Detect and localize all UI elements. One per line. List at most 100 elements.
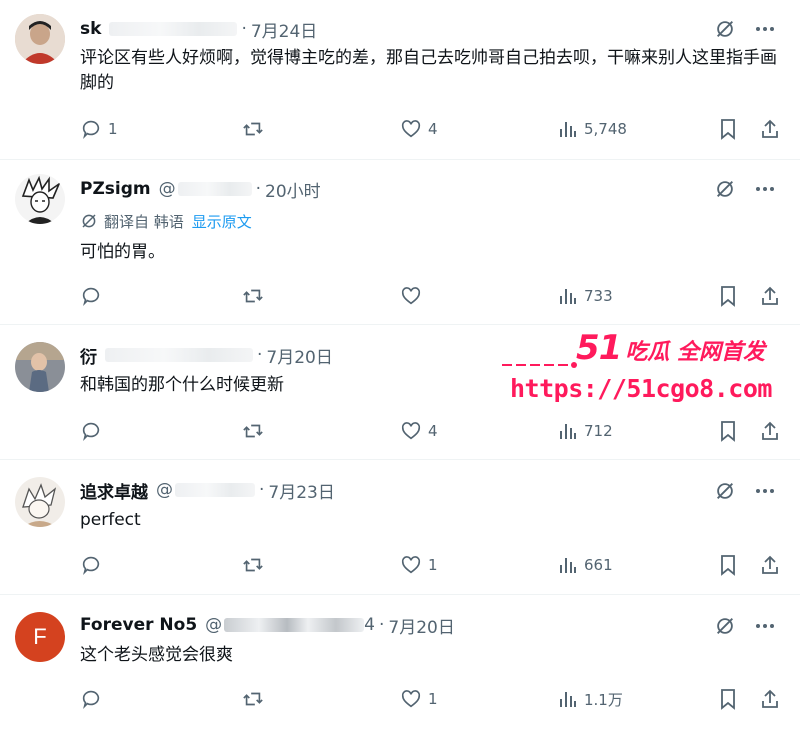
like-button[interactable]: 1 — [400, 551, 438, 579]
bookmark-icon — [721, 421, 735, 442]
views-chart-icon — [560, 692, 576, 707]
avatar[interactable] — [15, 477, 65, 527]
more-options-icon[interactable] — [752, 16, 778, 42]
grok-icon[interactable] — [712, 478, 738, 504]
action-bar: 733 — [80, 282, 780, 310]
bookmark-button[interactable] — [718, 282, 738, 310]
reply-item[interactable]: PZsigm @ · 20小时 翻译自 韩语 显示原文 可怕的胃。 733 — [0, 160, 800, 325]
views-button[interactable]: 5,748 — [558, 115, 627, 143]
share-icon — [762, 689, 778, 708]
reply-item[interactable]: sk · 7月24日 评论区有些人好烦啊，觉得博主吃的差，那自己去吃帅哥自己拍去… — [0, 0, 800, 160]
views-chart-icon — [560, 558, 576, 573]
retweet-button[interactable] — [242, 115, 270, 143]
author-name[interactable]: 衍 — [80, 343, 97, 368]
retweet-icon — [243, 122, 263, 136]
share-icon — [762, 421, 778, 440]
reply-button[interactable] — [80, 685, 108, 713]
avatar[interactable] — [15, 174, 65, 224]
grok-icon[interactable] — [712, 16, 738, 42]
reply-icon — [82, 120, 100, 140]
share-button[interactable] — [760, 417, 780, 445]
retweet-button[interactable] — [242, 417, 270, 445]
more-options-icon[interactable] — [752, 176, 778, 202]
reply-icon — [82, 287, 100, 307]
more-options-icon[interactable] — [752, 478, 778, 504]
action-bar: 4 712 — [80, 417, 780, 445]
views-button[interactable]: 733 — [558, 282, 613, 310]
author-handle[interactable] — [105, 348, 253, 362]
reply-feed: sk · 7月24日 评论区有些人好烦啊，觉得博主吃的差，那自己去吃帅哥自己拍去… — [0, 0, 800, 732]
bookmark-button[interactable] — [718, 115, 738, 143]
author-name[interactable]: PZsigm — [80, 179, 151, 199]
author-handle[interactable]: @ — [159, 179, 252, 199]
bookmark-icon — [721, 689, 735, 710]
like-button[interactable]: 4 — [400, 417, 438, 445]
reply-button[interactable] — [80, 417, 108, 445]
avatar[interactable] — [15, 342, 65, 392]
like-button[interactable] — [400, 282, 428, 310]
share-button[interactable] — [760, 551, 780, 579]
reply-text: 这个老头感觉会很爽 — [80, 645, 233, 665]
translated-from-label: 翻译自 韩语 — [104, 212, 184, 231]
author-name[interactable]: Forever No5 — [80, 615, 197, 635]
post-time[interactable]: 7月24日 — [251, 17, 317, 42]
bookmark-icon — [721, 286, 735, 307]
more-options-icon[interactable] — [752, 613, 778, 639]
post-time[interactable]: 7月20日 — [388, 613, 454, 638]
views-button[interactable]: 712 — [558, 417, 613, 445]
reply-button[interactable] — [80, 551, 108, 579]
reply-button[interactable] — [80, 282, 108, 310]
author-handle[interactable]: @ — [156, 480, 255, 500]
reply-item[interactable]: F Forever No5 @ 4 · 7月20日 这个老头感觉会很爽 1 1.… — [0, 595, 800, 732]
bookmark-button[interactable] — [718, 551, 738, 579]
heart-icon — [401, 287, 421, 305]
share-button[interactable] — [760, 685, 780, 713]
retweet-button[interactable] — [242, 685, 270, 713]
retweet-icon — [243, 558, 263, 572]
like-button[interactable]: 1 — [400, 685, 438, 713]
bookmark-button[interactable] — [718, 685, 738, 713]
author-name[interactable]: 追求卓越 — [80, 478, 148, 503]
like-count: 4 — [428, 120, 438, 138]
views-chart-icon — [560, 122, 576, 137]
view-count: 1.1万 — [584, 690, 623, 709]
view-count: 733 — [584, 287, 613, 305]
redacted-handle — [175, 483, 255, 497]
retweet-button[interactable] — [242, 282, 270, 310]
handle-prefix: @ — [205, 615, 223, 635]
author-handle[interactable] — [109, 22, 238, 36]
reply-count: 1 — [108, 120, 118, 138]
redacted-handle — [224, 618, 365, 632]
avatar[interactable]: F — [15, 612, 65, 662]
share-button[interactable] — [760, 282, 780, 310]
reply-button[interactable]: 1 — [80, 115, 118, 143]
views-button[interactable]: 1.1万 — [558, 685, 623, 713]
views-button[interactable]: 661 — [558, 551, 613, 579]
show-original-link[interactable]: 显示原文 — [192, 211, 252, 232]
author-handle[interactable]: @ 4 — [205, 615, 375, 635]
like-count: 1 — [428, 556, 438, 574]
retweet-button[interactable] — [242, 551, 270, 579]
reply-item[interactable]: 追求卓越 @ · 7月23日 perfect 1 661 — [0, 460, 800, 595]
reply-text: perfect — [80, 510, 141, 530]
separator: · — [257, 345, 263, 365]
view-count: 661 — [584, 556, 613, 574]
redacted-handle — [105, 348, 253, 362]
avatar[interactable] — [15, 14, 65, 64]
share-icon — [762, 286, 778, 305]
action-bar: 1 4 5,748 — [80, 115, 780, 143]
post-time[interactable]: 7月23日 — [268, 478, 334, 503]
reply-icon — [82, 556, 100, 576]
share-button[interactable] — [760, 115, 780, 143]
author-name[interactable]: sk — [80, 19, 101, 39]
view-count: 5,748 — [584, 120, 627, 138]
post-time[interactable]: 20小时 — [265, 177, 321, 202]
action-bar: 1 661 — [80, 551, 780, 579]
retweet-icon — [243, 289, 263, 303]
grok-icon[interactable] — [712, 176, 738, 202]
reply-item[interactable]: 衍 · 7月20日 和韩国的那个什么时候更新 4 712 — [0, 325, 800, 460]
grok-icon[interactable] — [712, 613, 738, 639]
like-button[interactable]: 4 — [400, 115, 438, 143]
post-time[interactable]: 7月20日 — [266, 343, 332, 368]
bookmark-button[interactable] — [718, 417, 738, 445]
